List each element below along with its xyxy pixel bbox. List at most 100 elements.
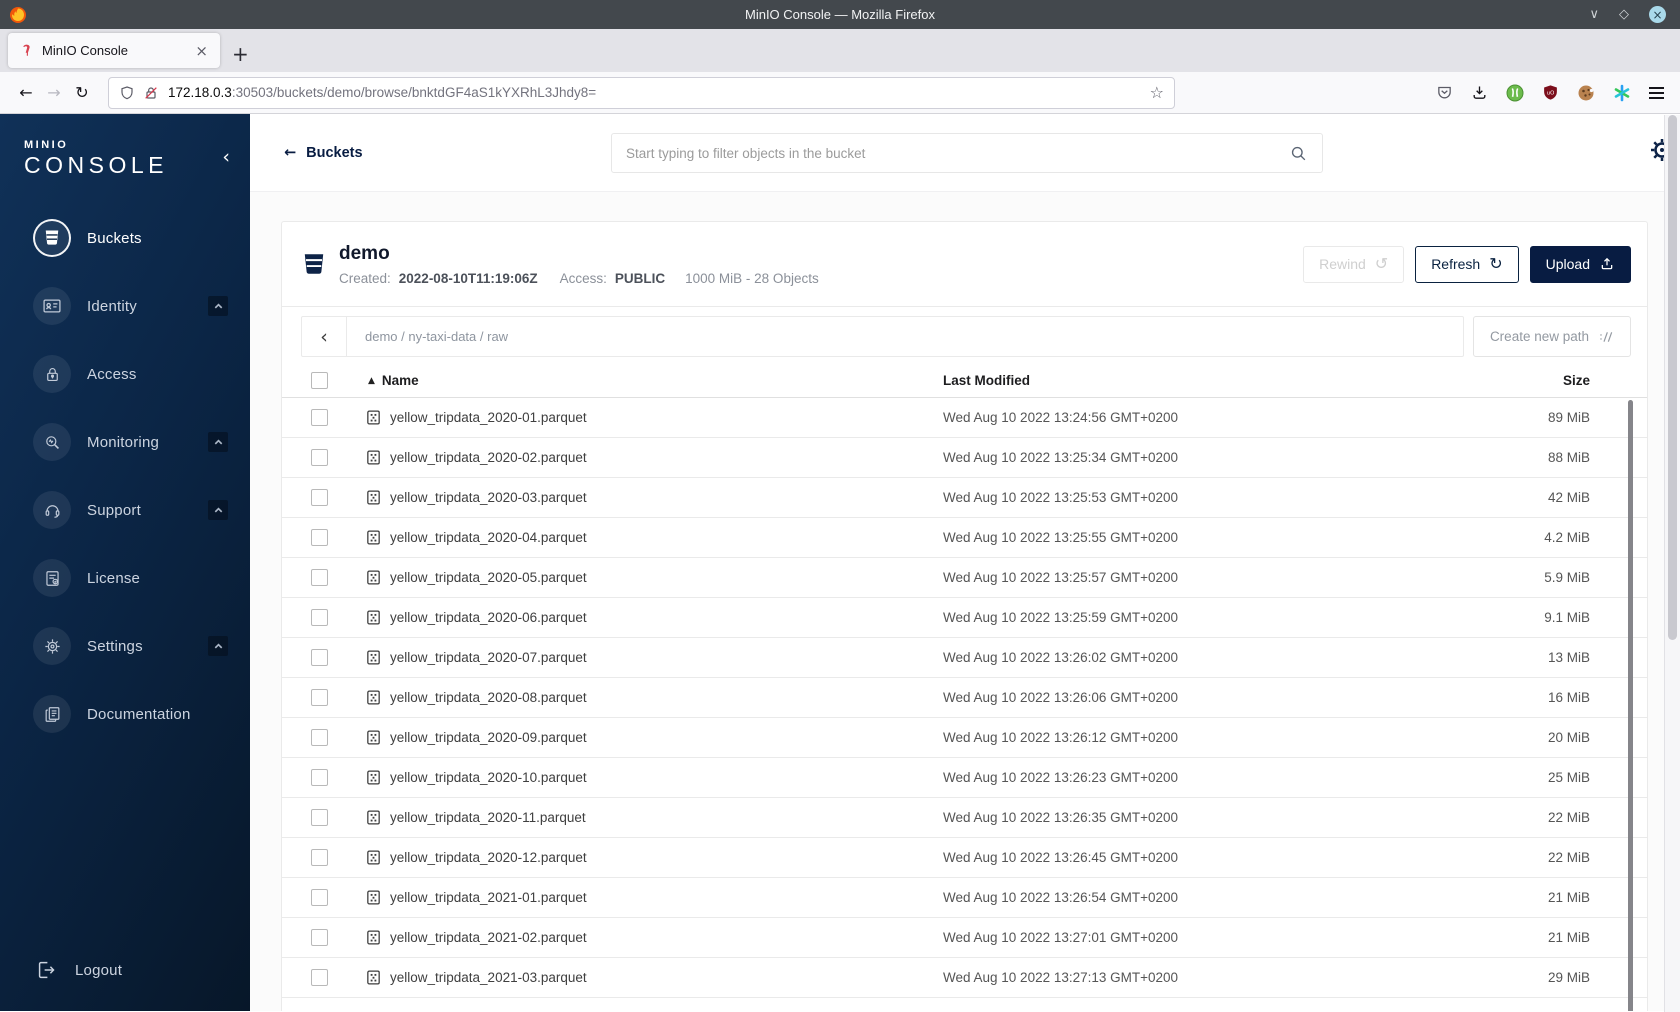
object-name[interactable]: yellow_tripdata_2021-01.parquet [390,890,943,905]
object-name[interactable]: yellow_tripdata_2020-09.parquet [390,730,943,745]
bookmark-star-icon[interactable]: ☆ [1150,83,1164,102]
refresh-button[interactable]: Refresh ↻ [1415,245,1519,283]
maximize-button[interactable]: ◇ [1619,8,1629,21]
row-checkbox[interactable] [311,849,328,866]
chevron-up-icon[interactable] [208,296,228,316]
object-name[interactable]: yellow_tripdata_2020-02.parquet [390,450,943,465]
tracking-protection-shield-icon[interactable] [119,85,135,101]
object-filter-search[interactable] [611,133,1323,173]
back-to-buckets-link[interactable]: ← Buckets [284,145,363,161]
table-row[interactable]: yellow_tripdata_2020-02.parquet Wed Aug … [282,438,1647,478]
table-row[interactable]: yellow_tripdata_2020-04.parquet Wed Aug … [282,518,1647,558]
object-name[interactable]: yellow_tripdata_2020-12.parquet [390,850,943,865]
tab-close-icon[interactable]: × [191,42,212,60]
row-checkbox[interactable] [311,889,328,906]
downloads-icon[interactable] [1471,84,1488,101]
row-checkbox[interactable] [311,769,328,786]
row-checkbox[interactable] [311,529,328,546]
upload-button[interactable]: Upload [1529,245,1631,283]
sidebar-item-documentation[interactable]: Documentation [0,695,250,733]
row-checkbox[interactable] [311,969,328,986]
create-new-path-button[interactable]: Create new path [1472,316,1631,357]
rewind-button[interactable]: Rewind ↺ [1303,245,1405,283]
row-checkbox[interactable] [311,569,328,586]
url-bar[interactable]: 172.18.0.3:30503/buckets/demo/browse/bnk… [108,76,1175,109]
object-name[interactable]: yellow_tripdata_2021-02.parquet [390,930,943,945]
row-checkbox[interactable] [311,689,328,706]
sidebar-item-access[interactable]: Access [0,355,250,393]
sidebar-logout[interactable]: Logout [35,959,122,981]
table-row[interactable]: yellow_tripdata_2020-12.parquet Wed Aug … [282,838,1647,878]
object-name[interactable]: yellow_tripdata_2020-06.parquet [390,610,943,625]
table-row[interactable]: yellow_tripdata_2020-05.parquet Wed Aug … [282,558,1647,598]
object-name[interactable]: yellow_tripdata_2020-10.parquet [390,770,943,785]
column-header-size[interactable]: Size [1503,373,1647,388]
row-checkbox[interactable] [311,929,328,946]
url-text[interactable]: 172.18.0.3:30503/buckets/demo/browse/bnk… [168,85,596,100]
table-row[interactable]: yellow_tripdata_2020-10.parquet Wed Aug … [282,758,1647,798]
object-name[interactable]: yellow_tripdata_2020-03.parquet [390,490,943,505]
sidebar-item-label: Settings [87,637,143,655]
table-row[interactable]: yellow_tripdata_2020-03.parquet Wed Aug … [282,478,1647,518]
row-checkbox[interactable] [311,649,328,666]
table-row[interactable]: yellow_tripdata_2021-02.parquet Wed Aug … [282,918,1647,958]
ublock-origin-icon[interactable]: uO [1542,84,1559,101]
select-all-checkbox[interactable] [311,372,328,389]
table-row[interactable]: yellow_tripdata_2020-07.parquet Wed Aug … [282,638,1647,678]
table-scrollbar-thumb[interactable] [1628,400,1633,1011]
sidebar-item-identity[interactable]: Identity [0,287,250,325]
object-name[interactable]: yellow_tripdata_2021-03.parquet [390,970,943,985]
sidebar-collapse-icon[interactable]: ‹ [222,146,230,168]
pocket-icon[interactable] [1436,84,1453,101]
object-file-icon [365,929,382,946]
sidebar-item-license[interactable]: License [0,559,250,597]
sidebar-item-monitoring[interactable]: Monitoring [0,423,250,461]
table-row[interactable]: yellow_tripdata_2020-11.parquet Wed Aug … [282,798,1647,838]
sidebar-item-support[interactable]: Support [0,491,250,529]
table-row[interactable]: yellow_tripdata_2020-08.parquet Wed Aug … [282,678,1647,718]
object-name[interactable]: yellow_tripdata_2020-01.parquet [390,410,943,425]
sidebar-item-buckets[interactable]: Buckets [0,219,250,257]
sidebar-item-label: Access [87,365,137,383]
new-tab-button[interactable]: + [232,44,249,64]
row-checkbox[interactable] [311,409,328,426]
window-scrollbar[interactable] [1664,115,1680,1012]
column-header-name[interactable]: ▲ Name [368,373,943,388]
table-row[interactable]: yellow_tripdata_2021-03.parquet Wed Aug … [282,958,1647,998]
search-input[interactable] [626,145,1289,161]
minimize-button[interactable]: ∨ [1589,8,1599,21]
object-size: 21 MiB [1547,930,1590,945]
cookie-extension-icon[interactable] [1577,84,1595,102]
close-button[interactable]: × [1649,6,1666,23]
insecure-lock-icon[interactable] [143,85,159,101]
nav-back-button[interactable]: ← [12,83,40,102]
row-checkbox[interactable] [311,489,328,506]
object-name[interactable]: yellow_tripdata_2020-04.parquet [390,530,943,545]
object-name[interactable]: yellow_tripdata_2020-11.parquet [390,810,943,825]
chevron-up-icon[interactable] [208,636,228,656]
row-checkbox[interactable] [311,729,328,746]
chevron-up-icon[interactable] [208,500,228,520]
row-checkbox[interactable] [311,449,328,466]
breadcrumb[interactable]: demo / ny-taxi-data / raw [347,329,508,344]
object-name[interactable]: yellow_tripdata_2020-08.parquet [390,690,943,705]
nav-forward-button[interactable]: → [40,83,68,102]
object-name[interactable]: yellow_tripdata_2020-05.parquet [390,570,943,585]
privacy-badger-icon[interactable] [1506,84,1524,102]
window-scrollbar-thumb[interactable] [1668,115,1677,640]
nav-reload-button[interactable]: ↻ [68,83,96,102]
row-checkbox[interactable] [311,809,328,826]
table-row[interactable]: yellow_tripdata_2020-06.parquet Wed Aug … [282,598,1647,638]
asterisk-extension-icon[interactable] [1613,84,1631,102]
tab-minio-console[interactable]: MinIO Console × [8,33,220,68]
path-back-button[interactable]: ‹ [302,317,347,356]
row-checkbox[interactable] [311,609,328,626]
table-row[interactable]: yellow_tripdata_2020-01.parquet Wed Aug … [282,398,1647,438]
column-header-modified[interactable]: Last Modified [943,373,1503,388]
object-name[interactable]: yellow_tripdata_2020-07.parquet [390,650,943,665]
sidebar-item-settings[interactable]: Settings [0,627,250,665]
table-row[interactable]: yellow_tripdata_2020-09.parquet Wed Aug … [282,718,1647,758]
chevron-up-icon[interactable] [208,432,228,452]
table-row[interactable]: yellow_tripdata_2021-01.parquet Wed Aug … [282,878,1647,918]
menu-hamburger-icon[interactable] [1649,86,1664,99]
